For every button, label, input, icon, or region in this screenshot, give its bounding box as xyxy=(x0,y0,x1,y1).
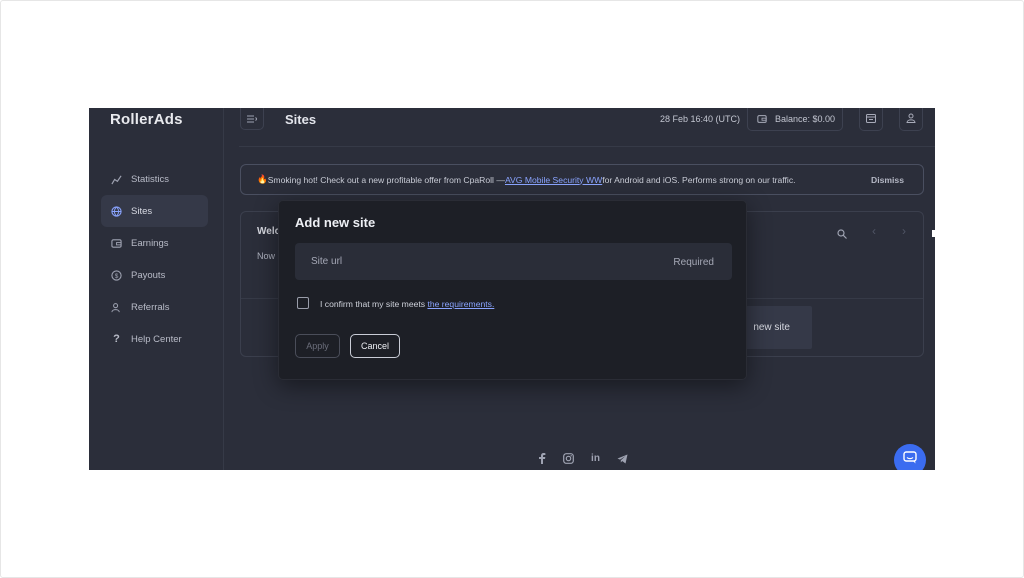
fire-icon: 🔥 xyxy=(257,174,268,184)
cursor-mark xyxy=(932,230,935,237)
header-divider xyxy=(239,146,935,147)
balance-label: Balance: $0.00 xyxy=(775,114,836,124)
sidebar-item-sites[interactable]: Sites xyxy=(101,195,208,227)
search-icon[interactable] xyxy=(837,226,847,244)
menu-icon xyxy=(247,110,258,128)
balance-button[interactable]: Balance: $0.00 xyxy=(747,108,843,131)
chevron-right-icon[interactable]: › xyxy=(902,224,906,238)
facebook-icon[interactable] xyxy=(535,452,548,465)
add-site-modal: Add new site Required I confirm that my … xyxy=(278,200,747,380)
window-icon xyxy=(866,110,876,128)
logo: RollerAds xyxy=(110,111,183,128)
sidebar-item-earnings[interactable]: Earnings xyxy=(101,227,208,259)
wallet-icon xyxy=(111,238,122,249)
svg-text:$: $ xyxy=(115,272,119,279)
cancel-button[interactable]: Cancel xyxy=(350,334,400,358)
apply-button[interactable]: Apply xyxy=(295,334,340,358)
sidebar-item-label: Statistics xyxy=(131,173,170,185)
window-button[interactable] xyxy=(859,108,883,131)
sidebar: RollerAds Statistics Sites Earnings $ Pa… xyxy=(89,108,224,470)
user-icon xyxy=(906,110,916,128)
sidebar-item-label: Payouts xyxy=(131,269,166,281)
datetime-display: 28 Feb 16:40 (UTC) xyxy=(660,114,741,124)
promo-banner: 🔥 Smoking hot! Check out a new profitabl… xyxy=(240,164,924,195)
sidebar-item-label: Help Center xyxy=(131,333,182,345)
banner-text-before: Smoking hot! Check out a new profitable … xyxy=(267,174,505,185)
help-icon: ? xyxy=(113,333,120,345)
site-url-input[interactable] xyxy=(295,243,732,280)
sidebar-item-referrals[interactable]: Referrals xyxy=(101,291,208,323)
users-icon xyxy=(111,302,122,313)
card-text: Now i xyxy=(257,251,280,261)
requirements-link[interactable]: the requirements. xyxy=(427,299,494,309)
modal-title: Add new site xyxy=(295,215,376,230)
sidebar-item-label: Earnings xyxy=(131,237,169,249)
profile-button[interactable] xyxy=(899,108,923,131)
card-title: Welc xyxy=(257,226,281,237)
wallet-icon xyxy=(757,114,767,124)
instagram-icon[interactable] xyxy=(562,452,575,465)
sidebar-item-statistics[interactable]: Statistics xyxy=(101,163,208,195)
telegram-icon[interactable] xyxy=(616,452,629,465)
banner-text-after: for Android and iOS. Performs strong on … xyxy=(602,174,796,185)
sidebar-item-label: Sites xyxy=(131,205,153,217)
sidebar-item-label: Referrals xyxy=(131,301,170,313)
confirm-label: I confirm that my site meets the require… xyxy=(320,299,494,309)
dismiss-button[interactable]: Dismiss xyxy=(871,175,904,185)
confirm-checkbox[interactable] xyxy=(297,297,309,309)
confirm-text: I confirm that my site meets xyxy=(320,299,428,309)
social-links: in xyxy=(535,452,629,465)
linkedin-icon[interactable]: in xyxy=(589,452,602,465)
banner-offer-link[interactable]: AVG Mobile Security WW xyxy=(505,175,602,185)
chart-icon xyxy=(111,174,122,185)
required-label: Required xyxy=(673,257,714,268)
globe-icon xyxy=(111,205,122,217)
chat-icon xyxy=(903,451,917,469)
page-title: Sites xyxy=(285,112,317,127)
chat-button[interactable] xyxy=(894,444,926,470)
sidebar-item-payouts[interactable]: $ Payouts xyxy=(101,259,208,291)
menu-toggle-button[interactable] xyxy=(240,108,264,130)
coin-icon: $ xyxy=(111,269,122,281)
sidebar-item-help-center[interactable]: ? Help Center xyxy=(101,323,208,355)
chevron-left-icon[interactable]: ‹ xyxy=(872,224,876,238)
